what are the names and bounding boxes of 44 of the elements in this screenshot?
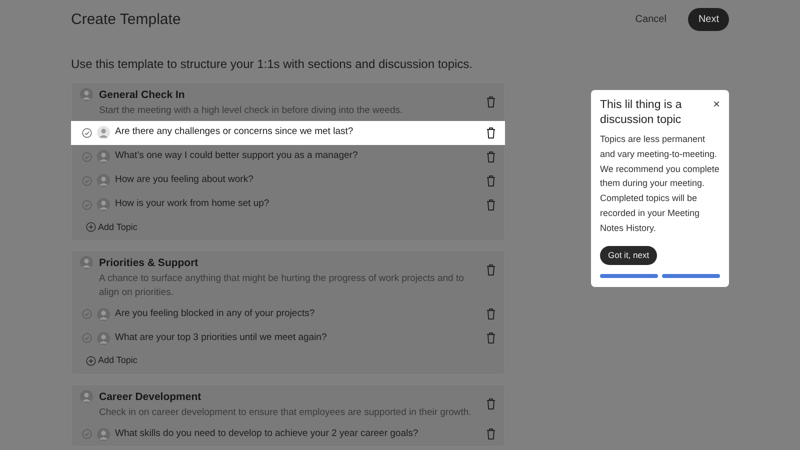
topic-text: How is your work from home set up? [115, 197, 270, 212]
checkmark-circle-icon[interactable] [82, 429, 92, 440]
section-title: Career Development [99, 390, 202, 405]
add-topic-button[interactable]: Add Topic [86, 218, 138, 236]
avatar-icon [97, 126, 110, 140]
checkmark-circle-icon[interactable] [82, 200, 92, 210]
avatar-icon [97, 332, 110, 345]
topic-text: Are there any challenges or concerns since we met last? [115, 125, 354, 140]
trash-icon[interactable] [486, 126, 496, 139]
avatar-icon [97, 198, 110, 212]
avatar-icon [97, 174, 110, 188]
page-title: Create Template [71, 10, 181, 28]
popover-text: Topics are less permanent and vary meeting-to-meeting. We recommend you complete them during your meeting. Completed topics will be recorded in your Meeting Notes History. [600, 132, 720, 235]
avatar-icon [97, 150, 110, 164]
section-description: Start the meeting with a high level check in before diving into the weeds. [99, 104, 404, 118]
popover-title: This lil thing is a discussion topic [600, 98, 683, 128]
checkmark-circle-icon[interactable] [82, 176, 92, 186]
next-button[interactable]: Next [688, 8, 729, 31]
avatar-icon [80, 390, 93, 403]
topic-row[interactable]: Are there any challenges or concerns since we met last? [71, 120, 505, 145]
checkmark-circle-icon[interactable] [82, 128, 92, 138]
plus-circle-icon [86, 356, 96, 366]
intro-text: Use this template to structure your 1:1s with sections and discussion topics. [71, 56, 474, 73]
add-topic-button[interactable]: Add Topic [86, 352, 138, 370]
cancel-button[interactable]: Cancel [629, 10, 672, 29]
topic-text: How are you feeling about work? [115, 173, 254, 188]
checkmark-circle-icon[interactable] [82, 333, 92, 344]
topic-text: What are your top 3 priorities until we meet again? [115, 331, 328, 346]
avatar-icon [97, 308, 110, 321]
avatar-icon [80, 88, 93, 101]
section-title: Priorities & Support [99, 256, 200, 272]
section-description: A chance to surface anything that might be hurting the progress of work projects and to align on priorities. [99, 272, 465, 300]
plus-circle-icon [86, 222, 96, 232]
section-title: General Check In [99, 88, 186, 103]
topic-text: What’s one way I could better support you as a manager? [115, 149, 359, 164]
avatar-icon [97, 428, 110, 441]
topic-text: What skills do you need to develop to achieve your 2 year career goals? [115, 427, 420, 442]
checkmark-circle-icon[interactable] [82, 152, 92, 162]
checkmark-circle-icon[interactable] [82, 309, 92, 320]
close-button[interactable]: × [712, 98, 720, 110]
avatar-icon [80, 256, 93, 270]
section-description: Check in on career development to ensure that employees are supported in their growth. [99, 406, 472, 420]
topic-text: Are you feeling blocked in any of your projects? [115, 307, 316, 322]
got-it-button[interactable]: Got it, next [600, 246, 658, 265]
